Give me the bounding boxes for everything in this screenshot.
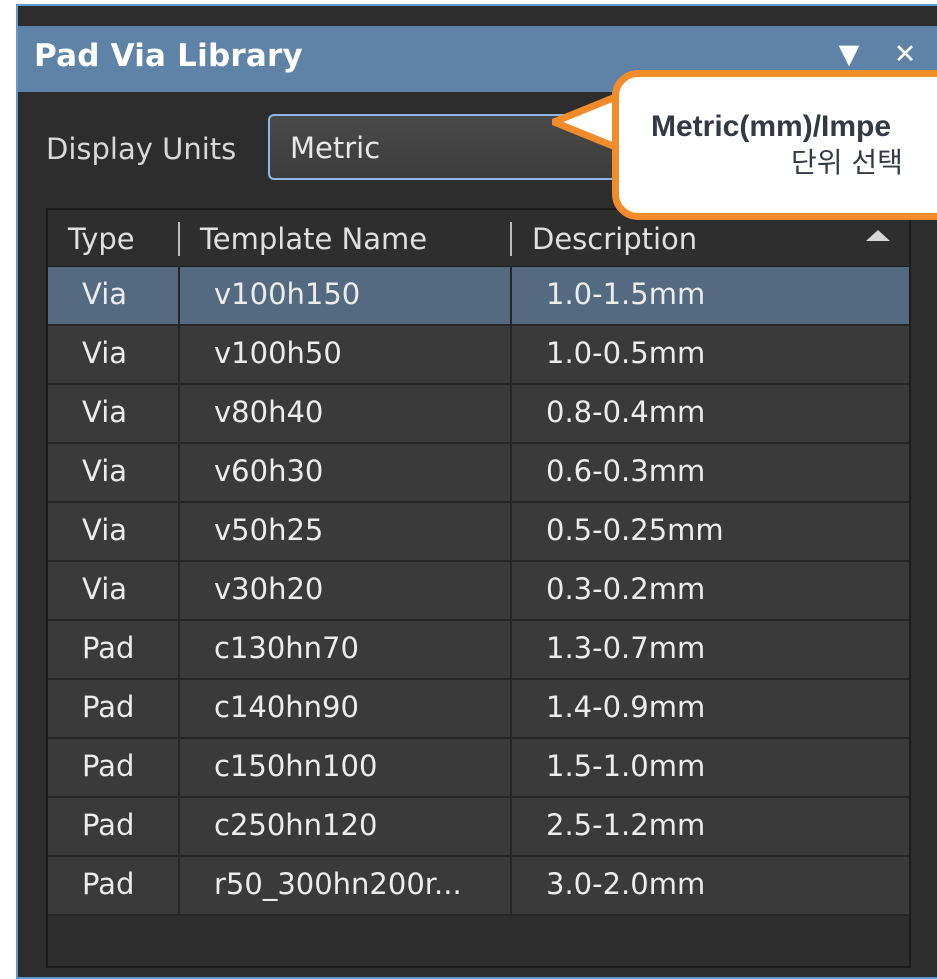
- display-units-value: Metric: [290, 131, 381, 165]
- row-type: Pad: [82, 749, 135, 783]
- template-table: Type Template Name Description Via v100h1…: [46, 208, 911, 968]
- panel-menu-icon[interactable]: ▼: [832, 38, 866, 72]
- column-divider[interactable]: [178, 222, 180, 256]
- panel-title: Pad Via Library: [34, 38, 303, 74]
- row-description: 0.5-0.25mm: [546, 513, 724, 547]
- row-type: Via: [82, 336, 128, 370]
- column-header-template-name[interactable]: Template Name: [200, 222, 427, 256]
- close-icon[interactable]: ✕: [888, 38, 922, 72]
- row-type: Via: [82, 513, 128, 547]
- row-description: 1.0-0.5mm: [546, 336, 706, 370]
- column-line: [510, 267, 512, 916]
- callout-line-1: Metric(mm)/Impe: [651, 110, 892, 143]
- row-template-name: v60h30: [214, 454, 324, 488]
- table-body: Via v100h150 1.0-1.5mm Via v100h50 1.0-0.5mm V…: [48, 267, 909, 916]
- column-divider[interactable]: [510, 222, 512, 256]
- row-description: 1.0-1.5mm: [546, 277, 706, 311]
- row-template-name: c130hn70: [214, 631, 359, 665]
- row-type: Via: [82, 395, 128, 429]
- row-description: 0.8-0.4mm: [546, 395, 706, 429]
- column-header-type[interactable]: Type: [68, 222, 135, 256]
- row-description: 2.5-1.2mm: [546, 808, 706, 842]
- row-type: Via: [82, 572, 128, 606]
- row-description: 1.5-1.0mm: [546, 749, 706, 783]
- column-line: [178, 267, 180, 916]
- row-description: 1.3-0.7mm: [546, 631, 706, 665]
- row-template-name: v100h50: [214, 336, 342, 370]
- row-type: Pad: [82, 690, 135, 724]
- display-units-label: Display Units: [46, 132, 237, 166]
- row-type: Pad: [82, 631, 135, 665]
- row-type: Pad: [82, 867, 135, 901]
- sort-ascending-icon[interactable]: [866, 230, 890, 241]
- row-description: 0.3-0.2mm: [546, 572, 706, 606]
- row-template-name: v50h25: [214, 513, 324, 547]
- row-type: Pad: [82, 808, 135, 842]
- row-type: Via: [82, 454, 128, 488]
- row-template-name: c140hn90: [214, 690, 359, 724]
- row-description: 3.0-2.0mm: [546, 867, 706, 901]
- row-template-name: c250hn120: [214, 808, 378, 842]
- row-template-name: v100h150: [214, 277, 361, 311]
- column-header-description[interactable]: Description: [532, 222, 697, 256]
- row-template-name: r50_300hn200r...: [214, 867, 462, 901]
- row-description: 0.6-0.3mm: [546, 454, 706, 488]
- row-template-name: v30h20: [214, 572, 324, 606]
- row-template-name: v80h40: [214, 395, 324, 429]
- row-template-name: c150hn100: [214, 749, 378, 783]
- row-description: 1.4-0.9mm: [546, 690, 706, 724]
- callout-line-2: 단위 선택: [791, 146, 903, 179]
- annotation-callout: Metric(mm)/Impe 단위 선택: [612, 70, 937, 220]
- row-type: Via: [82, 277, 128, 311]
